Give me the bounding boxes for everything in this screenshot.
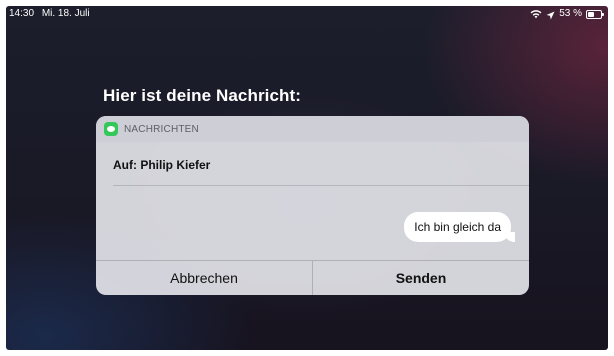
battery-icon [586,9,604,19]
battery-percent: 53 % [559,8,582,19]
status-bar: 14:30 Mi. 18. Juli 53 % [6,6,608,22]
recipient-label: Auf: Philip Kiefer [113,158,211,172]
message-card: NACHRICHTEN Auf: Philip Kiefer Ich bin g… [96,116,529,295]
app-name: NACHRICHTEN [124,123,199,135]
battery-fill [588,11,595,17]
wifi-icon [530,9,542,19]
location-arrow-icon [546,10,555,19]
siri-screen: 14:30 Mi. 18. Juli 53 % Hier ist deine N… [6,6,608,350]
status-right: 53 % [530,6,604,22]
send-button[interactable]: Senden [312,261,529,295]
card-header: NACHRICHTEN [96,116,529,142]
siri-prompt: Hier ist deine Nachricht: [103,86,302,105]
bubble-icon [107,126,115,132]
button-bar: Abbrechen Senden [96,260,529,295]
status-left: 14:30 Mi. 18. Juli [9,6,95,22]
status-date: Mi. 18. Juli [41,8,90,19]
cancel-button[interactable]: Abbrechen [96,261,312,295]
message-bubble[interactable]: Ich bin gleich da [404,212,515,242]
status-time: 14:30 [9,8,35,19]
divider [113,185,529,186]
messages-icon [104,122,118,136]
